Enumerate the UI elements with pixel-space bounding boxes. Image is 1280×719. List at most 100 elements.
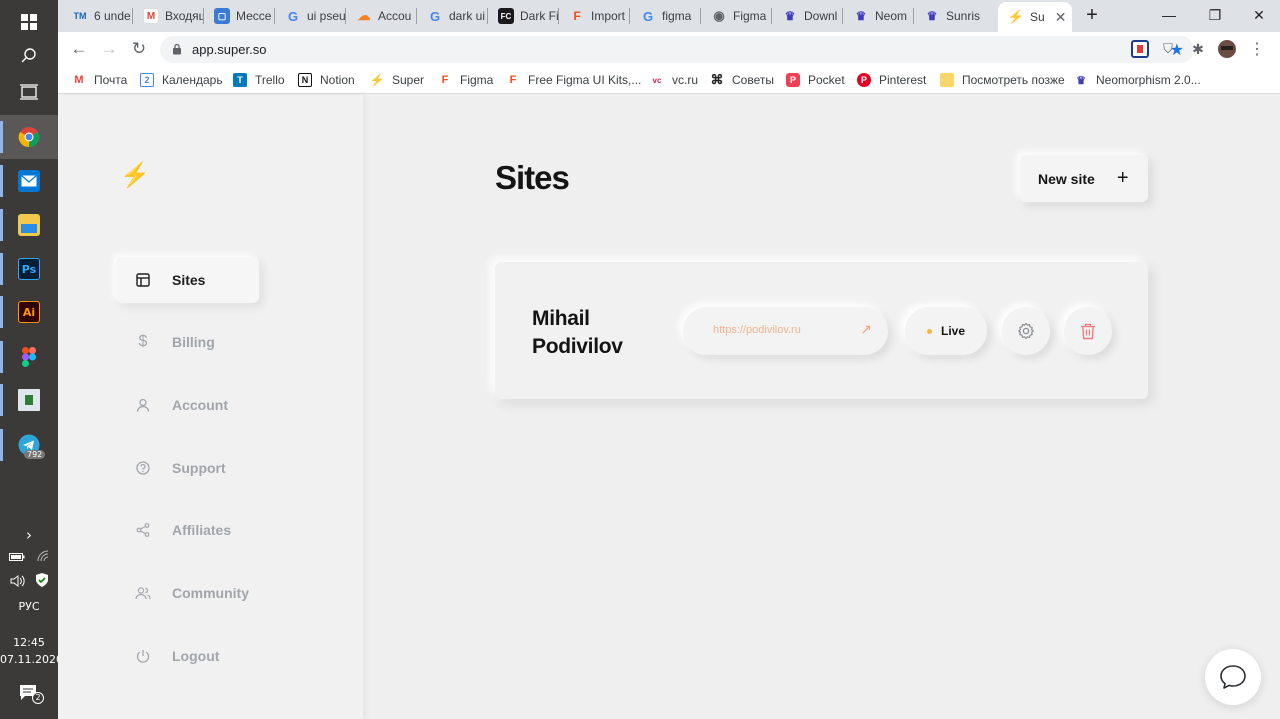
browser-tab-1[interactable]: TM 6 unde	[62, 4, 133, 28]
bookmarks-bar: M Почта 2 Календарь T Trello N Notion ⚡ Super…	[58, 66, 1280, 94]
tab-title: dark ui	[449, 9, 486, 23]
lock-icon[interactable]	[172, 43, 182, 55]
telegram-badge: 792	[24, 450, 46, 459]
bookmark-item[interactable]: F Free Figma UI Kits,...	[506, 71, 642, 89]
browser-tab-4[interactable]: Gui pseu	[275, 4, 346, 28]
bookmark-item[interactable]: N Notion	[298, 71, 355, 89]
share-icon	[135, 522, 151, 538]
chat-support-button[interactable]	[1205, 649, 1261, 705]
site-status-badge[interactable]: Live	[905, 307, 987, 355]
tab-close-icon[interactable]: ✕	[1055, 9, 1067, 26]
menu-kebab-icon[interactable]: ⋮	[1248, 40, 1266, 58]
minimize-button[interactable]: —	[1146, 0, 1192, 30]
pocket-extension-icon[interactable]: ⛉	[1159, 40, 1177, 58]
task-view-button[interactable]	[0, 70, 58, 114]
defender-shield-icon[interactable]	[35, 573, 48, 587]
browser-tab-2[interactable]: M Входящ	[133, 4, 204, 28]
close-window-button[interactable]: ✕	[1236, 0, 1280, 30]
site-url-link[interactable]: https://podivilov.ru ↗	[683, 307, 888, 355]
browser-tab-11[interactable]: ♛ Downl	[772, 4, 843, 28]
bookmark-item[interactable]: P Pocket	[786, 71, 845, 89]
tab-title: Import	[591, 9, 626, 23]
taskbar-telegram[interactable]: 792	[0, 423, 58, 467]
clock-time[interactable]: 12:45	[0, 636, 58, 649]
external-link-arrow-icon: ↗	[860, 321, 872, 337]
volume-icon[interactable]	[10, 575, 26, 587]
forward-arrow-icon[interactable]: →	[98, 38, 120, 60]
bookmark-label: Trello	[255, 73, 285, 87]
taskbar-chrome[interactable]	[0, 115, 58, 159]
reload-icon[interactable]: ↻	[128, 38, 150, 60]
bookmark-label: Free Figma UI Kits,...	[528, 73, 642, 87]
photoshop-icon: Ps	[18, 258, 40, 280]
extension-readlater-icon[interactable]	[1131, 40, 1149, 58]
battery-icon[interactable]	[9, 552, 25, 562]
new-tab-button[interactable]: +	[1077, 0, 1107, 30]
browser-tab-13[interactable]: ♛ Sunris	[914, 4, 985, 28]
browser-tab-5[interactable]: ☁ Accou	[346, 4, 417, 28]
sidebar-item-logout[interactable]: Logout	[116, 633, 259, 679]
command-icon: ⌘	[710, 72, 724, 87]
profile-avatar[interactable]	[1218, 40, 1236, 58]
clock-date[interactable]: 07.11.2020	[0, 653, 63, 666]
bookmark-item[interactable]: ⌘ Советы	[710, 71, 774, 89]
bookmark-item[interactable]: T Trello	[233, 71, 285, 89]
tab-title: Su	[1030, 10, 1045, 24]
show-hidden-icons-chevron-icon[interactable]: ›	[0, 526, 58, 544]
bookmark-item[interactable]: F Figma	[438, 71, 494, 89]
browser-tab-3[interactable]: ▢ Мессе	[204, 4, 275, 28]
taskbar-window[interactable]	[0, 378, 58, 422]
address-bar[interactable]: app.super.so ★	[160, 36, 1194, 63]
sidebar-item-support[interactable]: Support	[116, 445, 259, 491]
running-indicator	[0, 253, 3, 285]
browser-tab-7[interactable]: FC Dark Fi	[488, 4, 559, 28]
tab-title: Dark Fi	[520, 9, 559, 23]
browser-tab-12[interactable]: ♛ Neom	[843, 4, 914, 28]
site-delete-button[interactable]	[1064, 307, 1112, 355]
running-indicator	[0, 384, 3, 416]
gmail-icon: M	[143, 8, 159, 24]
taskbar-photoshop[interactable]: Ps	[0, 247, 58, 291]
browser-tab-6[interactable]: Gdark ui	[417, 4, 488, 28]
taskbar-explorer[interactable]	[0, 203, 58, 247]
site-status-label: Live	[940, 324, 965, 338]
tab-title: Мессе	[236, 9, 272, 23]
bookmark-item[interactable]: ♛ Neomorphism 2.0...	[1074, 71, 1201, 89]
bookmark-item[interactable]: P Pinterest	[857, 71, 926, 89]
sidebar-item-account[interactable]: Account	[116, 382, 259, 428]
lightning-logo-icon[interactable]: ⚡	[120, 161, 150, 190]
taskbar-mail[interactable]	[0, 159, 58, 203]
layout-icon	[135, 272, 151, 288]
language-indicator[interactable]: РУС	[0, 600, 58, 613]
bookmark-item[interactable]: vc vc.ru	[650, 71, 698, 89]
page-title: Sites	[495, 159, 570, 196]
sidebar-item-community[interactable]: Community	[116, 570, 259, 616]
sidebar-item-label: Logout	[172, 648, 220, 664]
taskbar-illustrator[interactable]: Ai	[0, 290, 58, 334]
wifi-icon[interactable]	[37, 550, 49, 562]
restore-button[interactable]: ❐	[1192, 0, 1238, 30]
bookmark-item[interactable]: 2 Календарь	[140, 71, 223, 89]
sidebar-item-billing[interactable]: $ Billing	[116, 319, 259, 365]
browser-tab-10[interactable]: ◉ Figma	[701, 4, 772, 28]
bookmark-item[interactable]: M Почта	[72, 71, 127, 89]
sidebar-item-sites[interactable]: Sites	[116, 257, 259, 303]
taskbar-figma[interactable]	[0, 335, 58, 379]
bookmark-item[interactable]: ⚡ Super	[370, 71, 425, 89]
browser-tab-9[interactable]: Gfigma	[630, 4, 701, 28]
bookmark-folder[interactable]: Посмотреть позже	[940, 71, 1065, 89]
notification-center-button[interactable]: 2	[0, 684, 58, 705]
sidebar-item-affiliates[interactable]: Affiliates	[116, 507, 259, 553]
new-site-button[interactable]: New site +	[1020, 155, 1148, 202]
messenger-icon: ▢	[214, 8, 230, 24]
notification-count-badge: 2	[32, 692, 44, 704]
browser-tab-8[interactable]: F Import	[559, 4, 630, 28]
extensions-puzzle-icon[interactable]: ✱	[1189, 40, 1207, 58]
browser-tab-active[interactable]: ⚡ Su ✕	[998, 2, 1072, 32]
tray-icons-row-2	[0, 573, 58, 590]
folder-icon	[940, 73, 954, 87]
mail-icon	[18, 170, 40, 192]
back-arrow-icon[interactable]: ←	[68, 38, 90, 60]
site-settings-button[interactable]	[1002, 307, 1050, 355]
power-icon	[135, 648, 151, 664]
